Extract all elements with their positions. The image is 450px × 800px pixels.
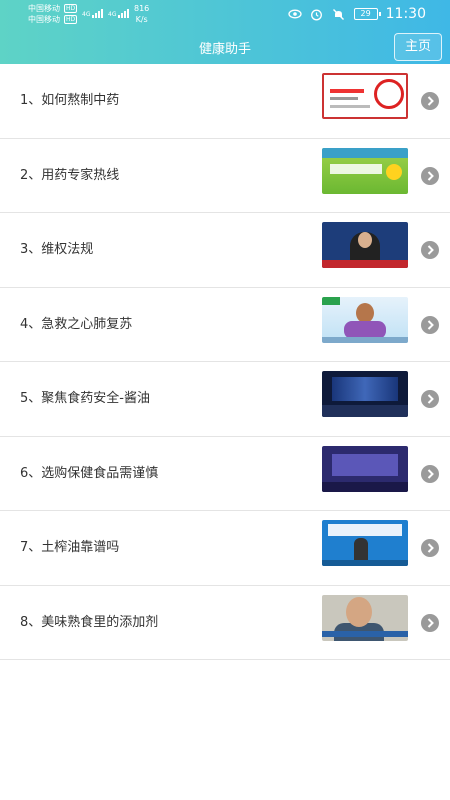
app-header: 中国移动 HD 中国移动 HD 4G 4G 816 K/s 29 11:30 健… <box>0 0 450 64</box>
thumbnail-image <box>322 594 408 641</box>
title-bar: 健康助手 主页 <box>0 30 450 64</box>
list-item[interactable]: 3、维权法规 <box>0 213 450 288</box>
thumbnail-image <box>322 520 408 566</box>
list-item[interactable]: 6、选购保健食品需谨慎 <box>0 437 450 511</box>
signal-icon-2: 4G <box>108 8 130 18</box>
thumbnail-image <box>322 73 408 119</box>
list-item-label: 3、维权法规 <box>20 242 94 257</box>
carrier-1: 中国移动 <box>28 4 60 13</box>
list-item-label: 7、土榨油靠谱吗 <box>20 540 120 555</box>
list-item-label: 8、美味熟食里的添加剂 <box>20 614 159 630</box>
carrier-info: 中国移动 HD 中国移动 HD <box>28 3 78 25</box>
list-item[interactable]: 8、美味熟食里的添加剂 <box>0 586 450 660</box>
net-type-label-2: 4G <box>108 11 117 18</box>
thumbnail-image <box>322 371 408 417</box>
list-item[interactable]: 4、急救之心肺复苏 <box>0 288 450 362</box>
page-title: 健康助手 <box>198 42 251 57</box>
hd-badge: HD <box>64 4 78 13</box>
carrier-2: 中国移动 <box>28 15 60 24</box>
chevron-right-icon[interactable] <box>421 166 439 185</box>
net-speed: 816 K/s <box>134 3 149 25</box>
status-time: 11:30 <box>385 6 426 22</box>
list-item-label: 2、用药专家热线 <box>20 167 120 183</box>
chevron-right-icon[interactable] <box>421 464 439 483</box>
hd-badge-2: HD <box>64 15 78 24</box>
thumbnail-image <box>322 222 408 268</box>
list-item[interactable]: 5、聚焦食药安全-酱油 <box>0 362 450 437</box>
chevron-right-icon[interactable] <box>421 315 439 334</box>
list-item[interactable]: 7、土榨油靠谱吗 <box>0 511 450 586</box>
list-item[interactable]: 2、用药专家热线 <box>0 139 450 213</box>
list-item-label: 4、急救之心肺复苏 <box>20 316 133 332</box>
list-item-label: 1、如何熬制中药 <box>20 93 120 108</box>
status-right: 29 11:30 <box>287 6 426 22</box>
mute-bell-icon <box>332 7 346 21</box>
home-button[interactable]: 主页 <box>394 33 442 61</box>
list-item[interactable]: 1、如何熬制中药 <box>0 64 450 139</box>
alarm-icon <box>310 7 324 21</box>
net-type-label: 4G <box>82 11 91 18</box>
signal-icon: 4G <box>82 8 104 18</box>
chevron-right-icon[interactable] <box>421 241 439 259</box>
eye-icon <box>287 7 302 21</box>
net-speed-unit: K/s <box>135 15 148 24</box>
net-speed-value: 816 <box>134 4 150 13</box>
thumbnail-image <box>322 147 408 194</box>
chevron-right-icon[interactable] <box>421 92 439 110</box>
chevron-right-icon[interactable] <box>421 390 439 408</box>
list-item-label: 5、聚焦食药安全-酱油 <box>20 391 150 406</box>
article-list: 1、如何熬制中药 2、用药专家热线 3、维权法规 4、急救之心肺复苏 5、聚焦食… <box>0 64 450 660</box>
thumbnail-image <box>322 296 408 343</box>
status-bar: 中国移动 HD 中国移动 HD 4G 4G 816 K/s 29 11:30 <box>0 0 450 30</box>
list-item-label: 6、选购保健食品需谨慎 <box>20 465 159 481</box>
chevron-right-icon[interactable] <box>421 613 439 632</box>
battery-icon: 29 <box>353 8 381 20</box>
thumbnail-image <box>322 445 408 492</box>
chevron-right-icon[interactable] <box>421 539 439 557</box>
